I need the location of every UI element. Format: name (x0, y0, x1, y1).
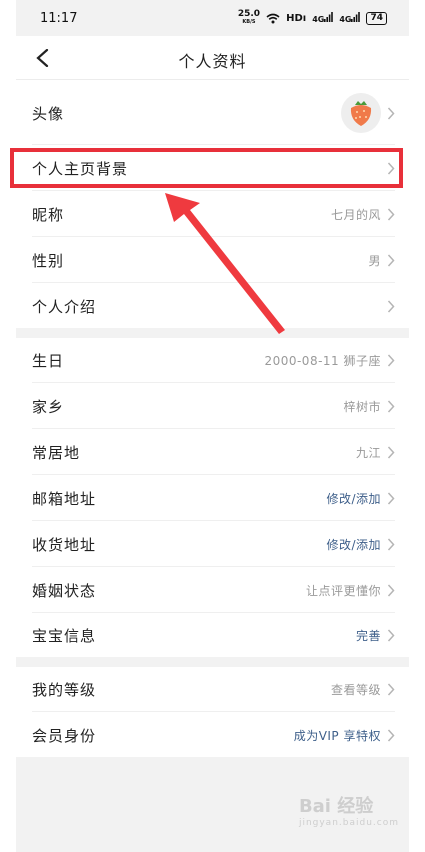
row-label: 家乡 (32, 398, 65, 416)
row-marital-status[interactable]: 婚姻状态 让点评更懂你 (16, 568, 409, 613)
row-value: 修改/添加 (326, 492, 381, 506)
row-level[interactable]: 我的等级 查看等级 (16, 667, 409, 712)
row-label: 头像 (32, 104, 65, 123)
row-membership[interactable]: 会员身份 成为VIP 享特权 (16, 713, 409, 757)
row-value: 2000-08-11 狮子座 (264, 354, 381, 368)
status-time: 11:17 (40, 10, 78, 26)
row-label: 生日 (32, 352, 65, 370)
row-value: 梓树市 (343, 400, 381, 414)
status-bar: 11:17 25.0 KB/S HDı 4G 4G 74 (16, 0, 409, 36)
signal-2: 4G (339, 11, 361, 25)
row-value: 九江 (355, 446, 381, 460)
row-value: 男 (368, 254, 381, 268)
row-avatar[interactable]: 头像 (16, 81, 409, 145)
section-divider (16, 657, 409, 667)
chevron-right-icon (387, 354, 395, 367)
row-label: 性别 (32, 252, 65, 270)
chevron-right-icon (387, 683, 395, 696)
row-label: 常居地 (32, 444, 81, 462)
row-intro[interactable]: 个人介绍 (16, 284, 409, 328)
row-value: 修改/添加 (326, 538, 381, 552)
row-shipping-address[interactable]: 收货地址 修改/添加 (16, 522, 409, 567)
chevron-right-icon (387, 106, 395, 120)
chevron-right-icon (387, 446, 395, 459)
row-label: 我的等级 (32, 681, 97, 699)
chevron-right-icon (387, 629, 395, 642)
battery-icon: 74 (366, 11, 387, 25)
row-birthday[interactable]: 生日 2000-08-11 狮子座 (16, 338, 409, 383)
row-label: 邮箱地址 (32, 490, 97, 508)
chevron-right-icon (387, 492, 395, 505)
row-residence[interactable]: 常居地 九江 (16, 430, 409, 475)
row-value: 让点评更懂你 (305, 584, 381, 598)
row-label: 个人介绍 (32, 297, 97, 316)
chevron-right-icon (387, 162, 395, 175)
chevron-right-icon (387, 299, 395, 313)
status-icons: 25.0 KB/S HDı 4G 4G 74 (238, 10, 387, 26)
net-speed: 25.0 KB/S (237, 9, 261, 26)
signal-icon (324, 11, 334, 22)
row-value: 七月的风 (330, 208, 381, 222)
chevron-right-icon (387, 538, 395, 551)
row-label: 婚姻状态 (32, 582, 97, 600)
chevron-right-icon (387, 584, 395, 597)
row-label: 昵称 (32, 206, 65, 224)
chevron-right-icon (387, 728, 395, 742)
row-profile-background[interactable]: 个人主页背景 (16, 146, 409, 191)
row-value: 查看等级 (330, 683, 381, 697)
nav-bar: 个人资料 (16, 36, 409, 80)
strawberry-avatar-icon (350, 101, 372, 126)
row-label: 宝宝信息 (32, 627, 97, 645)
watermark: Bai 经验 jingyan.baidu.com (298, 796, 399, 828)
chevron-right-icon (387, 254, 395, 267)
signal-icon (351, 11, 361, 22)
avatar (341, 93, 381, 133)
row-label: 收货地址 (32, 536, 97, 554)
row-nickname[interactable]: 昵称 七月的风 (16, 192, 409, 237)
hd-indicator: HDı (286, 12, 307, 24)
chevron-right-icon (387, 208, 395, 221)
row-value: 成为VIP 享特权 (293, 728, 381, 743)
chevron-right-icon (387, 400, 395, 413)
row-baby-info[interactable]: 宝宝信息 完善 (16, 614, 409, 657)
wifi-icon (266, 13, 280, 23)
row-gender[interactable]: 性别 男 (16, 238, 409, 283)
section-divider (16, 328, 409, 338)
row-hometown[interactable]: 家乡 梓树市 (16, 384, 409, 429)
row-value: 完善 (355, 629, 381, 643)
signal-1: 4G (312, 11, 334, 25)
row-email[interactable]: 邮箱地址 修改/添加 (16, 476, 409, 521)
page-title: 个人资料 (178, 52, 247, 71)
row-label: 个人主页背景 (32, 160, 129, 178)
row-label: 会员身份 (32, 726, 97, 745)
